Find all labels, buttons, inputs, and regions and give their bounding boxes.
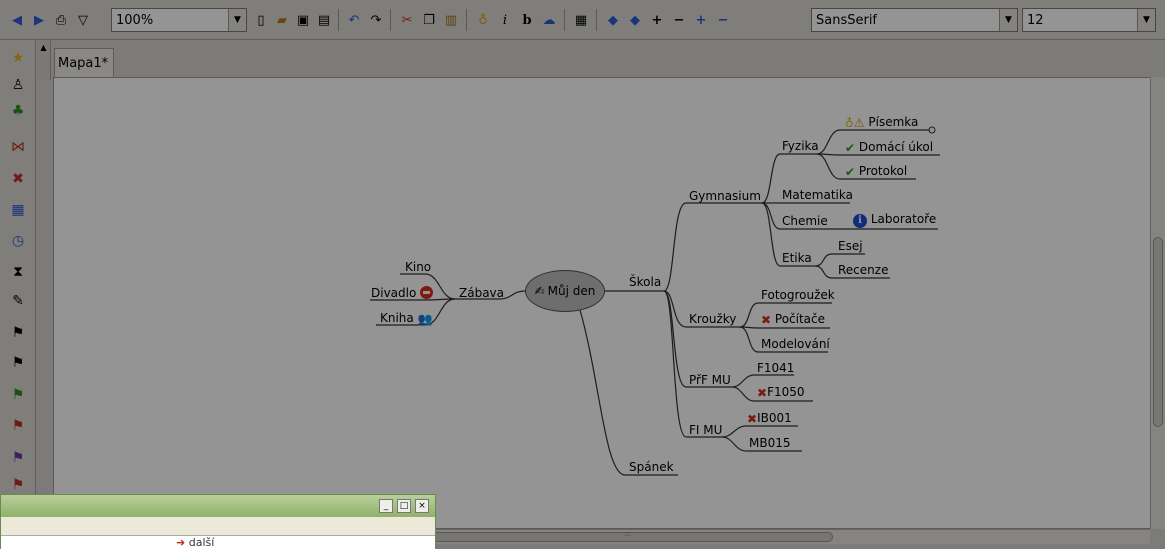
node-esej[interactable]: Esej	[838, 239, 863, 253]
node-protokol[interactable]: ✔ Protokol	[845, 164, 907, 178]
broom-icon: ✍	[534, 284, 545, 298]
node-pocitace[interactable]: ✖ Počítače	[761, 312, 825, 326]
node-spanek[interactable]: Spánek	[629, 460, 674, 474]
root-node[interactable]: ✍ Můj den	[525, 270, 605, 312]
warning-icon: ⚠	[853, 116, 865, 130]
window-body: ➜ další	[1, 535, 435, 549]
node-f1050[interactable]: ✖F1050	[757, 385, 805, 399]
node-prf-mu[interactable]: PřF MU	[689, 373, 731, 387]
mind-map-app: ◀ ▶ ⎙ ▽ 100% ▼ ▯ ▰ ▣ ▤ ↶ ↷ ✂ ❐ ▥ ♁ i b ☁…	[0, 0, 1165, 549]
minimize-button[interactable]: _	[379, 499, 393, 513]
node-chemie[interactable]: Chemie	[782, 214, 828, 228]
node-f1041[interactable]: F1041	[757, 361, 794, 375]
cross-icon: ✖	[747, 412, 758, 426]
node-laboratore[interactable]: i Laboratoře	[853, 212, 936, 228]
people-icon: 👥	[417, 312, 433, 326]
node-zabava[interactable]: Zábava	[459, 286, 504, 300]
node-modelovani[interactable]: Modelování	[761, 337, 830, 351]
cross-icon: ✖	[757, 386, 768, 400]
node-mb015[interactable]: MB015	[749, 436, 791, 450]
node-kniha[interactable]: Kniha 👥	[380, 311, 433, 325]
node-domaci-ukol[interactable]: ✔ Domácí úkol	[845, 140, 933, 154]
node-kino[interactable]: Kino	[405, 260, 431, 274]
node-divadlo[interactable]: Divadlo	[371, 286, 434, 300]
stop-icon	[420, 286, 434, 299]
node-fotogrouzek[interactable]: Fotogroužek	[761, 288, 835, 302]
close-button[interactable]: ×	[415, 499, 429, 513]
node-recenze[interactable]: Recenze	[838, 263, 888, 277]
mind-map: ✍ Můj den Zábava Kino Divadlo Kniha 👥 Šk…	[0, 0, 1165, 549]
node-fyzika[interactable]: Fyzika	[782, 139, 819, 153]
root-label: Můj den	[547, 284, 596, 298]
node-skola[interactable]: Škola	[629, 275, 661, 289]
cross-icon: ✖	[761, 313, 772, 327]
idea-icon: ♁	[845, 116, 854, 130]
check-icon: ✔	[845, 141, 856, 155]
window-body-text: ➜ další	[176, 536, 215, 549]
node-fi-mu[interactable]: FI MU	[689, 423, 722, 437]
node-etika[interactable]: Etika	[782, 251, 812, 265]
check-icon: ✔	[845, 165, 856, 179]
node-krouzky[interactable]: Kroužky	[689, 312, 736, 326]
floating-window[interactable]: _ □ × ➜ další	[0, 494, 436, 549]
info-icon: i	[853, 214, 867, 228]
window-titlebar[interactable]: _ □ ×	[1, 495, 435, 517]
node-ib001[interactable]: ✖IB001	[747, 411, 792, 425]
window-menubar	[1, 517, 435, 535]
node-pisemka[interactable]: ♁⚠ Písemka	[845, 115, 918, 129]
node-matematika[interactable]: Matematika	[782, 188, 853, 202]
maximize-button[interactable]: □	[397, 499, 411, 513]
node-gymnasium[interactable]: Gymnasium	[689, 189, 761, 203]
